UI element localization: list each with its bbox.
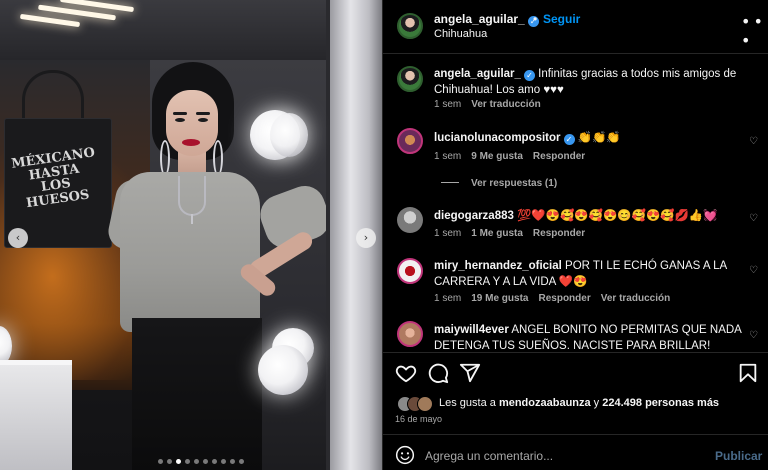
comment-body: 👏👏👏: [574, 132, 621, 144]
carousel-dot: [203, 459, 208, 464]
share-icon[interactable]: [459, 362, 481, 384]
comment-username[interactable]: maiywill4ever: [434, 324, 509, 336]
replies-line: [441, 182, 459, 183]
likes-prefix: Les gusta a: [439, 397, 499, 409]
comment-username[interactable]: lucianolunacompositor: [434, 132, 561, 144]
ceiling: [0, 0, 382, 60]
header-separator: •: [533, 12, 538, 26]
carousel-dot: [176, 459, 181, 464]
caption-translate-link[interactable]: Ver traducción: [471, 99, 540, 110]
likes-count[interactable]: 224.498 personas más: [602, 397, 719, 409]
side-table: [0, 360, 72, 470]
heart-icon[interactable]: [395, 362, 417, 384]
ceiling-light: [19, 13, 81, 28]
emoji-icon[interactable]: [395, 445, 415, 465]
reply-button[interactable]: Responder: [533, 228, 585, 239]
view-replies-button[interactable]: Ver respuestas (1): [441, 178, 557, 189]
comment-time[interactable]: 1 sem: [434, 293, 461, 304]
necklace: [178, 176, 206, 216]
tote-bag-text: MÉXICANO HASTA LOS HUESOS: [10, 145, 96, 212]
comment-body: 💯❤️😍🥰😍🥰😍😊🥰😍🥰💋👍💓: [513, 210, 718, 222]
more-options-icon[interactable]: • • •: [741, 12, 768, 50]
earring: [213, 140, 223, 176]
liker-avatar[interactable]: [417, 396, 433, 412]
comment-icon[interactable]: [427, 362, 449, 384]
vanity-bulb: [258, 345, 308, 395]
caption-meta: 1 sem Ver traducción: [434, 99, 551, 110]
carousel-dot: [158, 459, 163, 464]
eyebrow: [196, 112, 210, 115]
eye: [175, 118, 185, 122]
comment-text: diegogarza883 💯❤️😍🥰😍🥰😍😊🥰😍🥰💋👍💓: [434, 208, 749, 224]
comment-meta: 1 sem 1 Me gusta Responder: [434, 228, 595, 239]
comment-heart-icon[interactable]: ♡: [749, 213, 758, 224]
comment-avatar[interactable]: [397, 207, 423, 233]
comment-likes[interactable]: 19 Me gusta: [471, 293, 528, 304]
comment-text: maiywill4ever ANGEL BONITO NO PERMITAS Q…: [434, 322, 749, 352]
view-replies-label: Ver respuestas (1): [471, 178, 558, 189]
comment-likes[interactable]: 1 Me gusta: [471, 228, 523, 239]
author-avatar[interactable]: [397, 13, 423, 39]
author-username[interactable]: angela_aguilar_: [434, 12, 525, 26]
carousel-dots: [158, 459, 244, 464]
likes-conjunction: y: [590, 397, 603, 409]
post-location[interactable]: Chihuahua: [434, 28, 487, 40]
carousel-prev-button[interactable]: ‹: [8, 228, 28, 248]
post-photo[interactable]: MÉXICANO HASTA LOS HUESOS ‹ ›: [0, 0, 382, 470]
carousel-dot: [239, 459, 244, 464]
comment-heart-icon[interactable]: ♡: [749, 265, 758, 276]
comment-avatar[interactable]: [397, 128, 423, 154]
comment-heart-icon[interactable]: ♡: [749, 330, 758, 341]
carousel-dot: [212, 459, 217, 464]
comment-text: lucianolunacompositor ✓ 👏👏👏: [434, 130, 749, 146]
black-pants: [132, 318, 262, 470]
verified-icon: ✓: [523, 70, 535, 81]
earring: [160, 140, 170, 176]
caption-time[interactable]: 1 sem: [434, 99, 461, 110]
follow-button[interactable]: Seguir: [543, 12, 580, 26]
post-side-panel: angela_aguilar_ ✓ • Seguir Chihuahua • • …: [382, 0, 768, 470]
caption-username[interactable]: angela_aguilar_: [434, 68, 521, 80]
action-bar: [395, 362, 759, 388]
caption-avatar[interactable]: [397, 66, 423, 92]
carousel-dot: [221, 459, 226, 464]
cross-pendant: [191, 214, 197, 224]
likes-summary: Les gusta a mendozaabaunza y 224.498 per…: [439, 397, 719, 409]
eyebrow: [173, 112, 187, 115]
comment-time[interactable]: 1 sem: [434, 151, 461, 162]
comment-avatar[interactable]: [397, 321, 423, 347]
publish-button[interactable]: Publicar: [715, 449, 762, 463]
comment-translate-link[interactable]: Ver traducción: [601, 293, 670, 304]
comment-heart-icon[interactable]: ♡: [749, 136, 758, 147]
verified-icon: ✓: [563, 134, 575, 145]
vanity-bulb: [270, 113, 308, 157]
comment-username[interactable]: diegogarza883: [434, 210, 514, 222]
carousel-next-button[interactable]: ›: [356, 228, 376, 248]
carousel-dot: [230, 459, 235, 464]
author-header-username[interactable]: angela_aguilar_ ✓: [434, 12, 539, 27]
actions-divider: [383, 352, 768, 353]
comment-time[interactable]: 1 sem: [434, 228, 461, 239]
face: [166, 90, 218, 156]
comment-text: miry_hernandez_oficial POR TI LE ECHÓ GA…: [434, 258, 749, 290]
header-divider: [383, 53, 768, 54]
comment-box-divider: [383, 434, 768, 435]
comment-likes[interactable]: 9 Me gusta: [471, 151, 523, 162]
carousel-dot: [194, 459, 199, 464]
post-date[interactable]: 16 de mayo: [395, 414, 442, 424]
carousel-dot: [185, 459, 190, 464]
bookmark-icon[interactable]: [737, 362, 759, 384]
comment-input[interactable]: [425, 446, 695, 466]
reply-button[interactable]: Responder: [533, 151, 585, 162]
red-lips: [182, 139, 200, 146]
comment-username[interactable]: miry_hernandez_oficial: [434, 260, 562, 272]
likes-user[interactable]: mendozaabaunza: [499, 397, 591, 409]
comment-meta: 1 sem 19 Me gusta Responder Ver traducción: [434, 293, 680, 304]
comment-avatar[interactable]: [397, 258, 423, 284]
caption-text: angela_aguilar_ ✓ Infinitas gracias a tod…: [434, 66, 749, 98]
reply-button[interactable]: Responder: [538, 293, 590, 304]
eye: [198, 118, 208, 122]
carousel-dot: [167, 459, 172, 464]
comment-meta: 1 sem 9 Me gusta Responder: [434, 151, 595, 162]
